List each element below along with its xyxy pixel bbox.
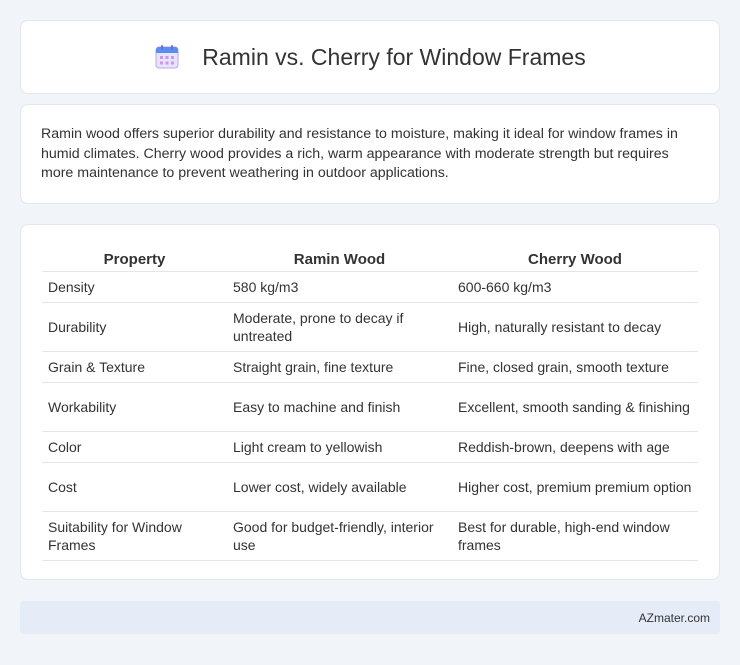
page-title: Ramin vs. Cherry for Window Frames xyxy=(202,43,586,70)
ramin-cell: Easy to machine and finish xyxy=(227,382,452,432)
comparison-card: Property Ramin Wood Cherry Wood Density … xyxy=(20,224,720,580)
comparison-table: Property Ramin Wood Cherry Wood Density … xyxy=(42,243,698,561)
table-row: Cost Lower cost, widely available Higher… xyxy=(42,462,698,512)
property-cell: Grain & Texture xyxy=(42,351,227,383)
table-row: Density 580 kg/m3 600-660 kg/m3 xyxy=(42,271,698,303)
table-row: Workability Easy to machine and finish E… xyxy=(42,382,698,432)
ramin-cell: Moderate, prone to decay if untreated xyxy=(227,302,452,352)
property-cell: Color xyxy=(42,431,227,463)
calendar-icon xyxy=(154,44,180,70)
cherry-cell: Excellent, smooth sanding & finishing xyxy=(452,382,698,432)
footer-bar: AZmater.com xyxy=(20,601,720,634)
property-cell: Workability xyxy=(42,382,227,432)
property-cell: Durability xyxy=(42,302,227,352)
ramin-cell: Light cream to yellowish xyxy=(227,431,452,463)
property-cell: Cost xyxy=(42,462,227,512)
column-header-ramin: Ramin Wood xyxy=(227,243,452,272)
cherry-cell: 600-660 kg/m3 xyxy=(452,271,698,303)
cherry-cell: Higher cost, premium premium option xyxy=(452,462,698,512)
column-header-property: Property xyxy=(42,243,227,272)
ramin-cell: Good for budget-friendly, interior use xyxy=(227,511,452,561)
cherry-cell: High, naturally resistant to decay xyxy=(452,302,698,352)
table-row: Grain & Texture Straight grain, fine tex… xyxy=(42,351,698,383)
cherry-cell: Fine, closed grain, smooth texture xyxy=(452,351,698,383)
property-cell: Density xyxy=(42,271,227,303)
cherry-cell: Best for durable, high-end window frames xyxy=(452,511,698,561)
summary-card: Ramin wood offers superior durability an… xyxy=(20,104,720,204)
ramin-cell: Lower cost, widely available xyxy=(227,462,452,512)
column-header-cherry: Cherry Wood xyxy=(452,243,698,272)
ramin-cell: 580 kg/m3 xyxy=(227,271,452,303)
cherry-cell: Reddish-brown, deepens with age xyxy=(452,431,698,463)
property-cell: Suitability for Window Frames xyxy=(42,511,227,561)
table-row: Suitability for Window Frames Good for b… xyxy=(42,511,698,561)
table-row: Color Light cream to yellowish Reddish-b… xyxy=(42,431,698,463)
table-header-row: Property Ramin Wood Cherry Wood xyxy=(42,243,698,272)
title-card: Ramin vs. Cherry for Window Frames xyxy=(20,20,720,94)
table-row: Durability Moderate, prone to decay if u… xyxy=(42,302,698,352)
footer-brand: AZmater.com xyxy=(638,610,710,625)
ramin-cell: Straight grain, fine texture xyxy=(227,351,452,383)
summary-text: Ramin wood offers superior durability an… xyxy=(41,126,678,181)
